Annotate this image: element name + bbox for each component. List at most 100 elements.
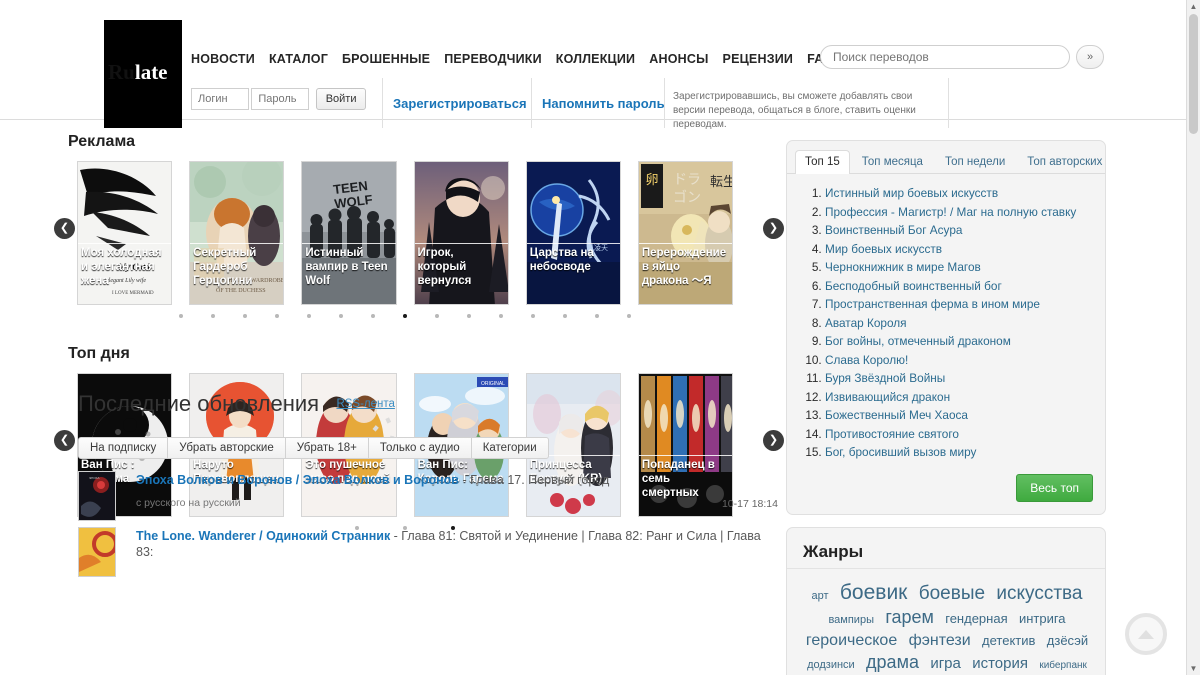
list-item[interactable]: Чернокнижник в мире Магов [825, 260, 1091, 275]
genre-tag[interactable]: героическое [806, 630, 897, 651]
carousel-dot[interactable] [275, 314, 279, 318]
tab-top-week[interactable]: Топ недели [935, 150, 1015, 174]
update-thumbnail[interactable]: ЭПОХА [78, 471, 116, 521]
top-item-link[interactable]: Слава Королю! [825, 353, 908, 367]
scrollbar-up-button[interactable]: ▲ [1187, 0, 1200, 13]
genre-tag[interactable]: искусства [996, 581, 1082, 606]
genre-tag[interactable]: фэнтези [909, 630, 971, 651]
reklama-card[interactable]: Игрок, который вернулся [413, 161, 509, 305]
list-item[interactable]: Противостояние святого [825, 427, 1091, 442]
genre-tag[interactable]: боевик [840, 579, 907, 607]
top-item-link[interactable]: Бог, бросивший вызов миру [825, 445, 976, 459]
list-item[interactable]: Воинственный Бог Асура [825, 223, 1091, 238]
password-input[interactable] [251, 88, 310, 110]
nav-item-reviews[interactable]: РЕЦЕНЗИИ [723, 52, 794, 66]
list-item[interactable]: Аватар Короля [825, 316, 1091, 331]
carousel-dot[interactable] [179, 314, 183, 318]
update-title-link[interactable]: The Lone. Wanderer / Одинокий Странник [136, 529, 390, 543]
top-item-link[interactable]: Воинственный Бог Асура [825, 223, 962, 237]
nav-item-catalog[interactable]: КАТАЛОГ [269, 52, 328, 66]
tab-top-original[interactable]: Топ авторских [1017, 150, 1112, 174]
login-input[interactable] [191, 88, 249, 110]
update-row[interactable]: The Lone. Wanderer / Одинокий Странник -… [78, 527, 778, 577]
carousel-dot[interactable] [595, 314, 599, 318]
filter-remove-original-button[interactable]: Убрать авторские [167, 437, 286, 459]
reklama-card[interactable]: TEEN WOLF Истинный вампир в Teen Wolf [301, 161, 397, 305]
list-item[interactable]: Божественный Меч Хаоса [825, 408, 1091, 423]
search-submit-button[interactable]: » [1076, 45, 1104, 69]
carousel-dot[interactable] [499, 314, 503, 318]
list-item[interactable]: Бесподобный воинственный бог [825, 279, 1091, 294]
remind-password-link[interactable]: Напомнить пароль [542, 96, 665, 111]
list-item[interactable]: Буря Звёздной Войны [825, 371, 1091, 386]
list-item[interactable]: Извивающийся дракон [825, 390, 1091, 405]
carousel-dot[interactable] [371, 314, 375, 318]
genre-tag[interactable]: детектив [982, 632, 1035, 649]
search-input[interactable] [820, 45, 1070, 69]
nav-item-translators[interactable]: ПЕРЕВОДЧИКИ [444, 52, 542, 66]
filter-audio-only-button[interactable]: Только с аудио [367, 437, 472, 459]
nav-item-collections[interactable]: КОЛЛЕКЦИИ [556, 52, 635, 66]
carousel-dot[interactable] [531, 314, 535, 318]
update-row[interactable]: ЭПОХА Эпоха Волков и Воронов / Эпоха Вол… [78, 471, 778, 521]
top-item-link[interactable]: Мир боевых искусств [825, 242, 942, 256]
reklama-card[interactable]: 卵 ドラ ゴン 転生 Перерожд [637, 161, 734, 305]
rss-feed-link[interactable]: RSS-лента [336, 398, 394, 410]
genre-tag[interactable]: киберпанк [1039, 659, 1087, 672]
top-item-link[interactable]: Бог войны, отмеченный драконом [825, 334, 1011, 348]
tab-top15[interactable]: Топ 15 [795, 150, 850, 174]
top-item-link[interactable]: Чернокнижник в мире Магов [825, 260, 981, 274]
login-button[interactable]: Войти [315, 88, 367, 110]
list-item[interactable]: Бог, бросивший вызов миру [825, 445, 1091, 460]
genre-tag[interactable]: гарем [885, 606, 934, 630]
genre-tag[interactable]: арт [812, 589, 829, 604]
list-item[interactable]: Мир боевых искусств [825, 242, 1091, 257]
reklama-next-icon[interactable]: ❯ [763, 218, 784, 239]
genre-tag[interactable]: вампиры [828, 613, 874, 628]
reklama-dots[interactable] [77, 307, 733, 321]
top-item-link[interactable]: Аватар Короля [825, 316, 907, 330]
filter-remove-adult-button[interactable]: Убрать 18+ [284, 437, 369, 459]
top-item-link[interactable]: Противостояние святого [825, 427, 959, 441]
carousel-dot[interactable] [211, 314, 215, 318]
all-top-button[interactable]: Весь топ [1016, 473, 1093, 502]
reklama-card[interactable]: 风凌天 Царства на небосводе [525, 161, 621, 305]
top-item-link[interactable]: Пространственная ферма в ином мире [825, 297, 1040, 311]
genre-tag[interactable]: драма [866, 651, 919, 675]
register-link[interactable]: Зарегистрироваться [393, 96, 527, 111]
genre-tag[interactable]: история [972, 654, 1028, 674]
top-item-link[interactable]: Истинный мир боевых искусств [825, 186, 998, 200]
genre-tag[interactable]: дзёсэй [1047, 632, 1088, 649]
scrollbar-down-button[interactable]: ▼ [1187, 662, 1200, 675]
list-item[interactable]: Слава Королю! [825, 353, 1091, 368]
nav-item-news[interactable]: НОВОСТИ [191, 52, 255, 66]
page-scrollbar[interactable]: ▲ ▼ [1186, 0, 1200, 675]
genre-tag[interactable]: игра [930, 654, 961, 674]
carousel-dot[interactable] [435, 314, 439, 318]
carousel-dot-active[interactable] [403, 314, 407, 318]
tab-top-month[interactable]: Топ месяца [852, 150, 933, 174]
update-title-link[interactable]: Эпоха Волков и Воронов / Эпоха Волков и … [136, 473, 459, 487]
top-item-link[interactable]: Извивающийся дракон [825, 390, 950, 404]
reklama-prev-icon[interactable]: ❮ [54, 218, 75, 239]
nav-item-announcements[interactable]: АНОНСЫ [649, 52, 708, 66]
scrollbar-thumb[interactable] [1189, 14, 1198, 134]
carousel-dot[interactable] [467, 314, 471, 318]
reklama-card[interactable]: My Cold elegant Lily wife I LOVE MERMAID… [77, 161, 173, 305]
carousel-dot[interactable] [243, 314, 247, 318]
carousel-dot[interactable] [563, 314, 567, 318]
top-item-link[interactable]: Бесподобный воинственный бог [825, 279, 1002, 293]
top-item-link[interactable]: Буря Звёздной Войны [825, 371, 945, 385]
filter-categories-button[interactable]: Категории [470, 437, 549, 459]
filter-subscription-button[interactable]: На подписку [78, 437, 169, 459]
genre-tag[interactable]: гендерная [945, 610, 1007, 627]
update-thumbnail[interactable] [78, 527, 116, 577]
list-item[interactable]: Бог войны, отмеченный драконом [825, 334, 1091, 349]
carousel-dot[interactable] [627, 314, 631, 318]
genre-tag[interactable]: интрига [1019, 610, 1066, 627]
carousel-dot[interactable] [307, 314, 311, 318]
site-logo-text[interactable]: Rulate [108, 60, 198, 85]
scroll-to-top-button[interactable] [1125, 613, 1167, 655]
reklama-card[interactable]: THE SECRET WARDROBE OF THE DUCHESS Секре… [189, 161, 285, 305]
list-item[interactable]: Истинный мир боевых искусств [825, 186, 1091, 201]
